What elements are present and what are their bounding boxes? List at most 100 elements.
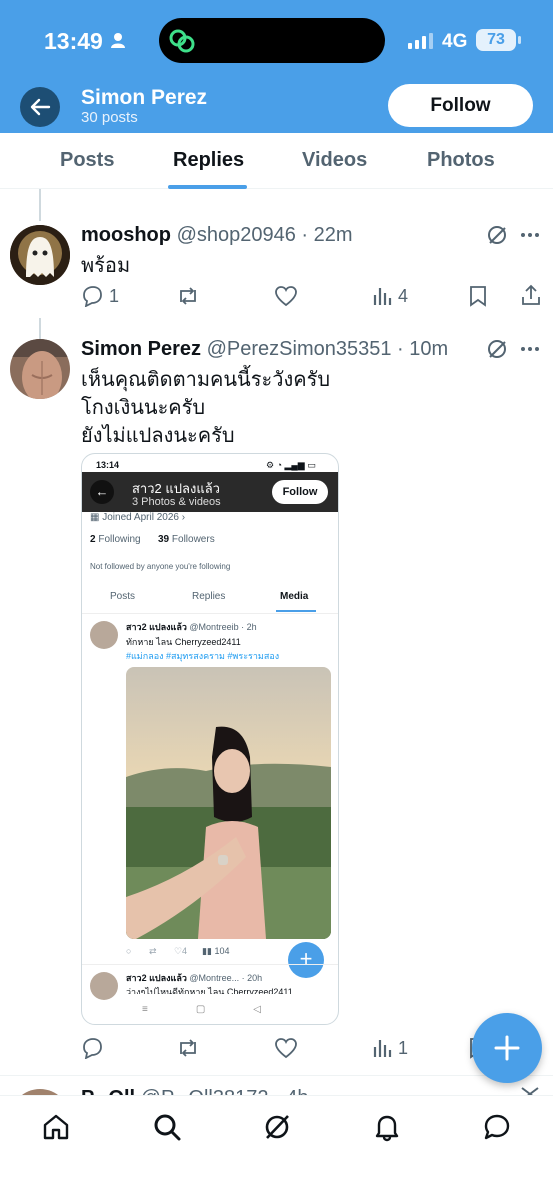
embed-followers-count: 39 [158, 534, 170, 545]
post-header: mooshop @shop20946 · 22m [81, 224, 353, 247]
embed-not-followed: Not followed by anyone you're following [90, 562, 231, 571]
embed-android-nav: ≡▢◁ [142, 1004, 309, 1015]
reply-count: 1 [109, 286, 120, 306]
person-icon [111, 33, 125, 48]
grok-icon[interactable] [262, 1112, 292, 1142]
avatar[interactable] [10, 225, 70, 285]
status-time: 13:49 [44, 28, 103, 54]
bottom-navigation [0, 1095, 553, 1200]
embed-followers-label: Followers [171, 534, 215, 545]
photo-image [126, 667, 331, 939]
post-text-line: ยังไม่แปลงนะครับ [81, 425, 235, 447]
more-options-icon[interactable] [520, 228, 540, 242]
search-icon[interactable] [152, 1112, 182, 1142]
bookmark-icon[interactable] [468, 285, 488, 307]
embed-post2-name: สาว2 แปลงแล้ว [126, 973, 187, 983]
active-tab-indicator [168, 185, 247, 189]
back-button[interactable] [20, 87, 60, 127]
profile-name: Simon Perez [81, 86, 208, 109]
compose-post-button[interactable] [472, 1013, 542, 1083]
embed-profile-banner: ← สาว2 แปลงแล้ว 3 Photos & videos Follow [82, 472, 338, 512]
views-count: 4 [398, 286, 409, 306]
ghost-avatar-image [10, 225, 70, 285]
embed-fab: + [288, 942, 324, 978]
embed-following-label: Following [98, 534, 141, 545]
embed-post-name: สาว2 แปลงแล้ว [126, 622, 187, 632]
embed-back-icon: ← [90, 480, 114, 504]
battery-indicator: 73 [476, 29, 521, 51]
post-time: · 10m [397, 338, 449, 360]
signal-icon [408, 33, 433, 49]
share-icon[interactable] [520, 284, 542, 306]
embed-post-actions: ○ ⇄ ♡4 ▮▮ 104 [126, 946, 230, 956]
post-time: · 22m [301, 224, 353, 246]
grok-icon[interactable] [486, 224, 508, 246]
embed-divider [82, 613, 338, 614]
embed-status-icons: ⚙ ◔ ▂▄▆ ▭ [266, 460, 316, 470]
like-icon[interactable] [274, 1037, 298, 1059]
post-text: พร้อม [81, 255, 131, 277]
more-options-icon[interactable] [520, 342, 540, 356]
embed-tab-indicator [276, 610, 316, 612]
tab-posts[interactable]: Posts [60, 149, 114, 172]
grok-icon[interactable] [486, 338, 508, 360]
post-text: เห็นคุณติดตามคนนี้ระวังครับ โกงเงินนะครั… [81, 366, 330, 450]
embed-post-handle: @Montreeib · 2h [189, 622, 257, 632]
profile-photo-image [10, 339, 70, 399]
reply-icon[interactable] [81, 285, 103, 307]
repost-icon[interactable] [176, 1037, 200, 1059]
profile-header: 13:49 4G 73 Simon Perez 30 posts Follow [0, 0, 553, 133]
embed-post2-handle: @Montree... · 20h [189, 973, 263, 983]
embed-following: 2 Following [90, 534, 141, 545]
embed-tab-posts: Posts [110, 591, 136, 602]
embed-status-time: 13:14 [96, 460, 120, 470]
embed-profile-sub: 3 Photos & videos [132, 496, 221, 508]
views-icon[interactable] [373, 286, 393, 306]
embed-post-photo [126, 667, 331, 939]
thread-line [39, 189, 41, 221]
embed-followers: 39 Followers [158, 534, 215, 545]
embed-joined: ▦ Joined April 2026 › [90, 512, 186, 523]
post-header: Simon Perez @PerezSimon35351 · 10m [81, 338, 448, 361]
arrow-left-icon [30, 98, 51, 116]
embed-post2-avatar [90, 972, 118, 1000]
embed-post2-header: สาว2 แปลงแล้ว @Montree... · 20h [126, 971, 262, 985]
post-author-handle[interactable]: @shop20946 [177, 224, 296, 246]
plus-icon [494, 1035, 520, 1061]
notifications-icon[interactable] [372, 1112, 402, 1142]
post-author-name[interactable]: mooshop [81, 224, 171, 246]
embed-post-avatar [90, 621, 118, 649]
embed-following-count: 2 [90, 534, 96, 545]
embed-post-tags: #แม่กลอง #สมุทรสงคราม #พระรามสอง [126, 651, 280, 661]
profile-tabs: Posts Replies Videos Photos [0, 133, 553, 189]
embed-post-header: สาว2 แปลงแล้ว @Montreeib · 2h [126, 620, 257, 634]
embed-post-text: ทักหาย ไลน Cherryzeed2411 [126, 637, 241, 647]
embed-post-views: 104 [214, 946, 230, 956]
home-icon[interactable] [41, 1112, 71, 1142]
reply-icon[interactable] [81, 1037, 103, 1059]
repost-icon[interactable] [176, 285, 200, 307]
tab-photos[interactable]: Photos [427, 149, 495, 172]
post-text-line: โกงเงินนะครับ [81, 397, 206, 419]
network-type: 4G [442, 31, 468, 52]
avatar[interactable] [10, 339, 70, 399]
embed-divider [82, 964, 338, 965]
embed-tab-media: Media [280, 591, 309, 602]
link-icon [169, 29, 195, 53]
post-author-name[interactable]: Simon Perez [81, 338, 201, 360]
messages-icon[interactable] [482, 1112, 512, 1142]
views-count: 1 [398, 1038, 409, 1058]
tab-replies[interactable]: Replies [173, 149, 244, 172]
embed-post2-text: ว่างๆไปไหนดีทักหาย ไลน Cherryzeed2411 [126, 987, 293, 994]
views-icon[interactable] [373, 1038, 393, 1058]
embed-follow-button: Follow [272, 480, 328, 504]
dynamic-island [159, 18, 385, 63]
embed-joined-text: Joined April 2026 [102, 512, 179, 523]
follow-button[interactable]: Follow [388, 84, 533, 127]
tab-videos[interactable]: Videos [302, 149, 367, 172]
post-author-handle[interactable]: @PerezSimon35351 [207, 338, 392, 360]
like-icon[interactable] [274, 285, 298, 307]
post-divider [0, 1075, 553, 1076]
embed-tab-replies: Replies [192, 591, 226, 602]
attached-screenshot[interactable]: 13:14 ⚙ ◔ ▂▄▆ ▭ ← สาว2 แปลงแล้ว 3 Photos… [81, 453, 339, 1025]
